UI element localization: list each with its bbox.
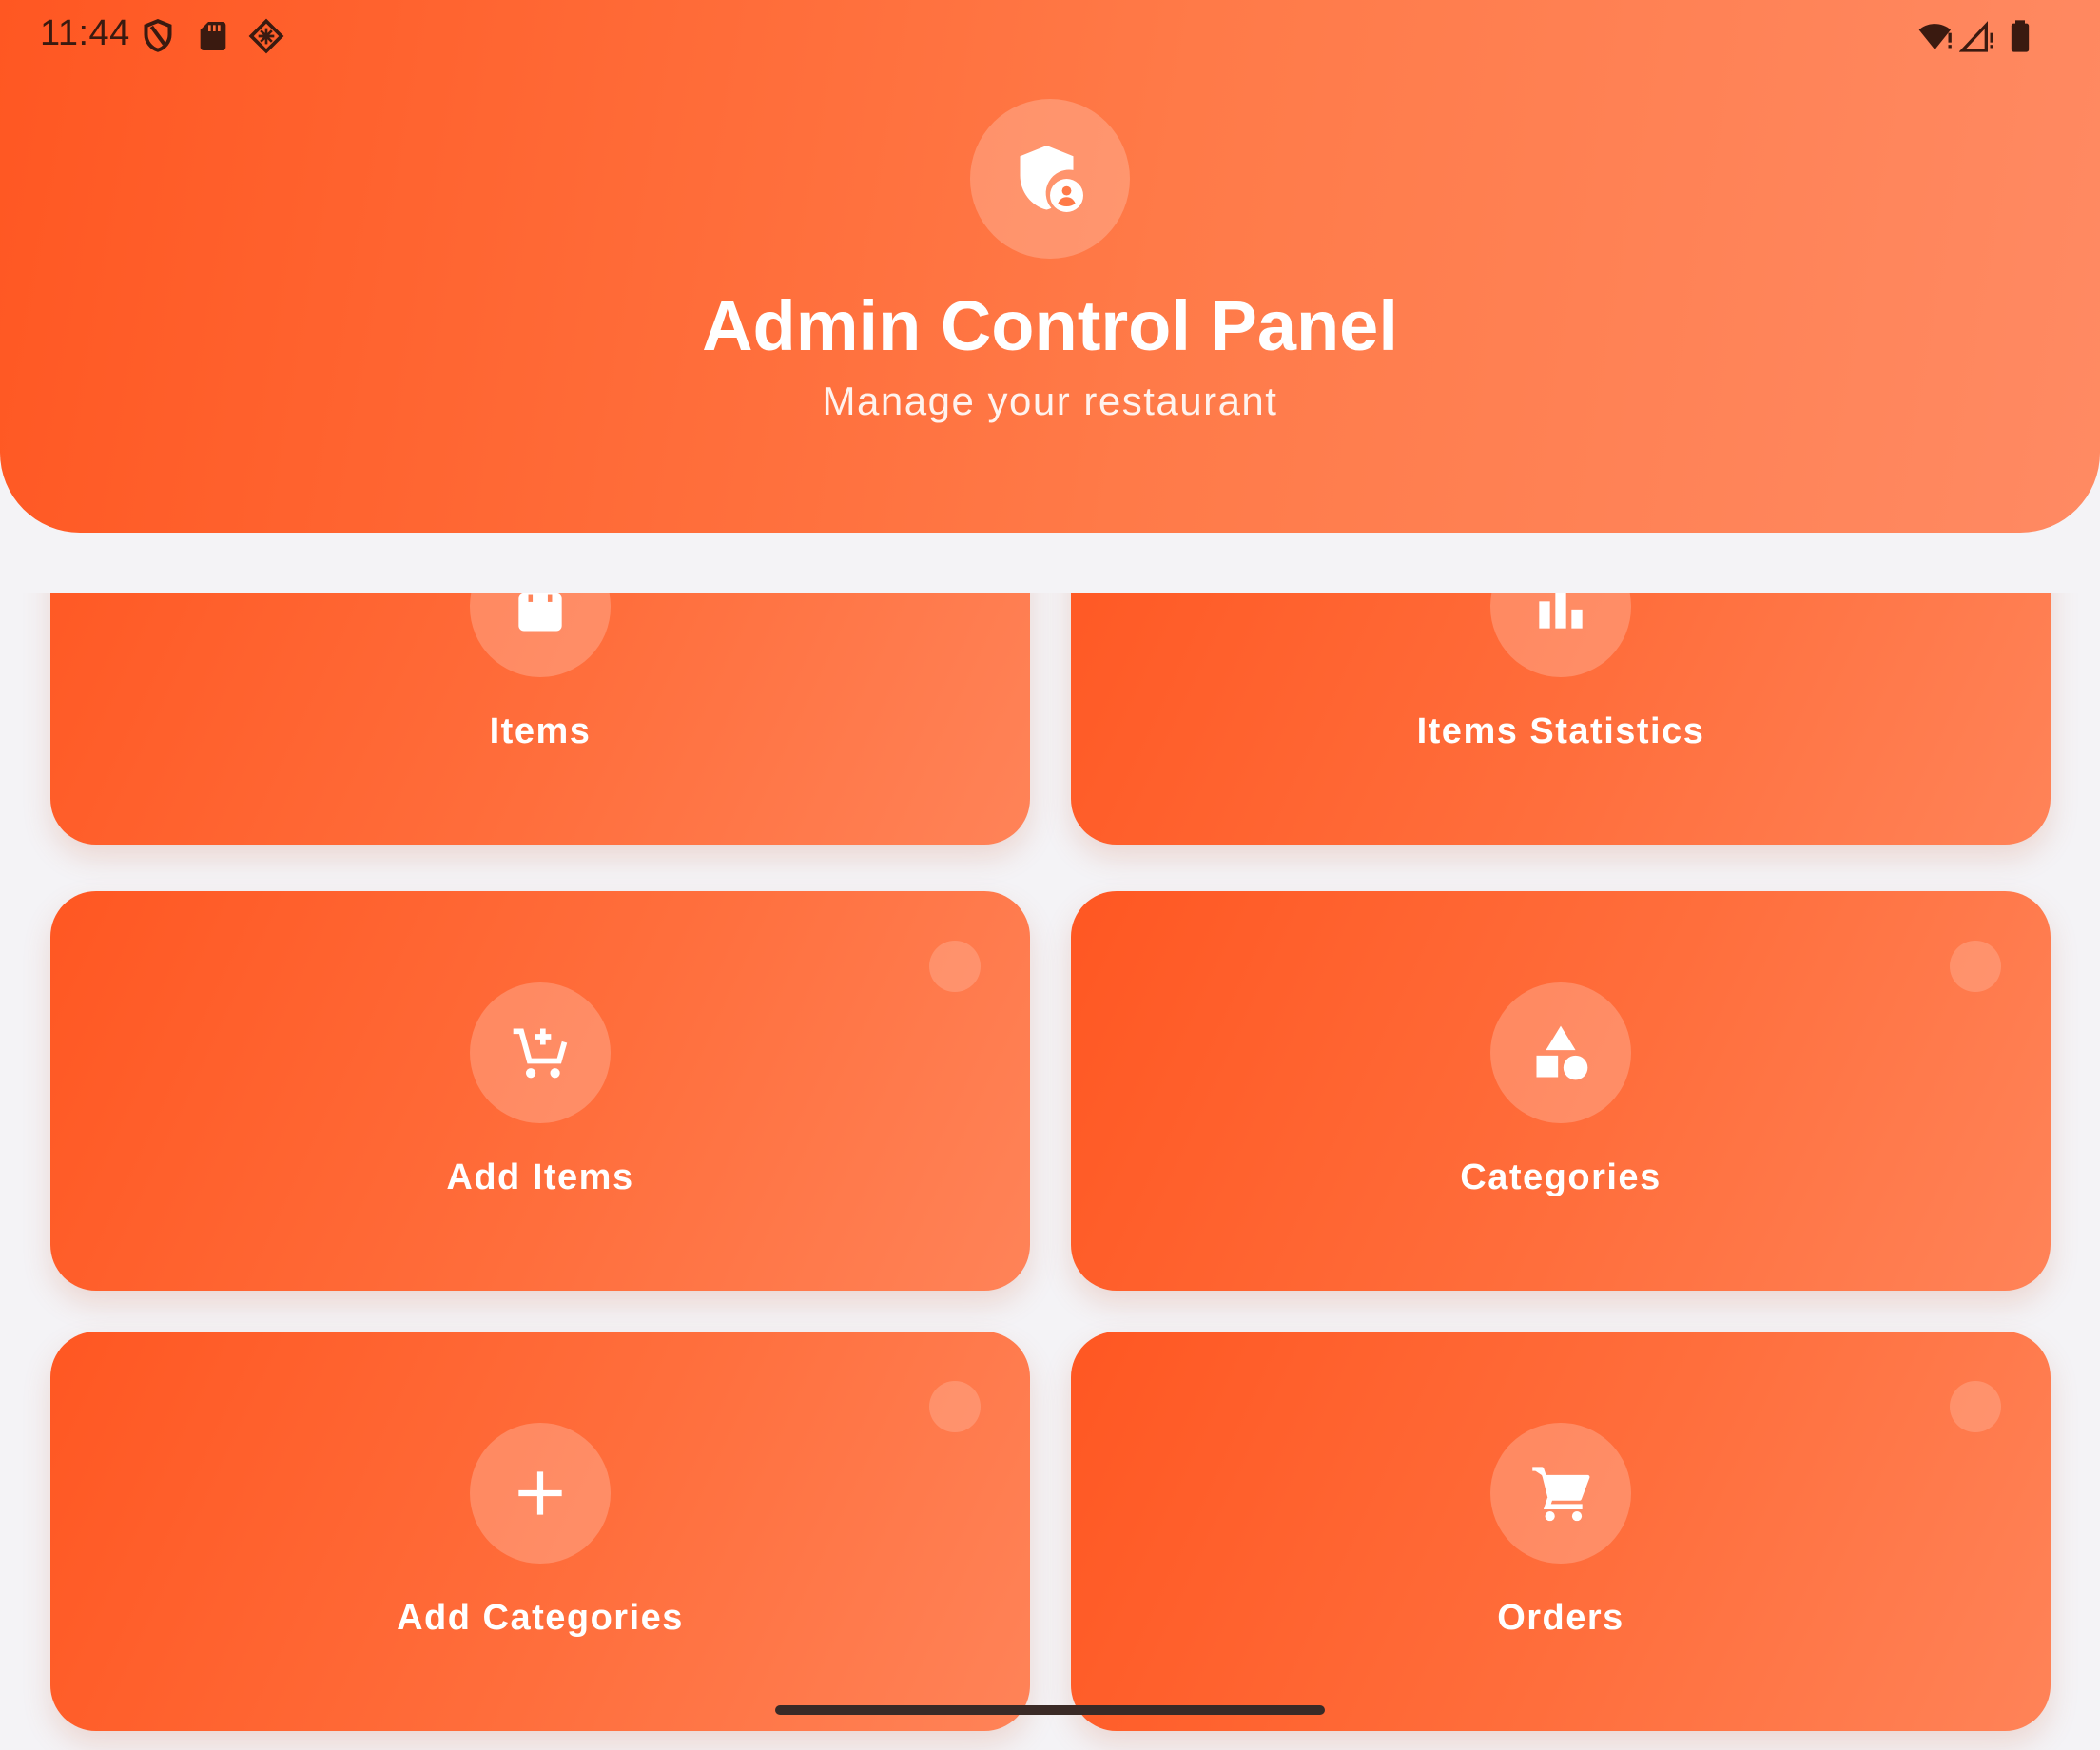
sd-card-icon [194, 17, 232, 55]
menu-grid: Items Items Statistics Add Items Categor… [0, 593, 2100, 1750]
menu-card-label: Items Statistics [1416, 711, 1705, 751]
shopping-cart-icon [1532, 1467, 1590, 1522]
signal-alert-icon [1959, 17, 1997, 55]
icon-circle [470, 593, 611, 677]
menu-card-add-categories[interactable]: Add Categories [50, 1332, 1030, 1731]
admin-dashboard-screen: Admin Control Panel Manage your restaura… [0, 0, 2100, 1750]
home-indicator[interactable] [775, 1705, 1325, 1715]
battery-icon [2001, 17, 2039, 55]
status-time: 11:44 [40, 13, 130, 53]
menu-card-orders[interactable]: Orders [1071, 1332, 2051, 1731]
menu-card-categories[interactable]: Categories [1071, 891, 2051, 1291]
menu-card-label: Categories [1460, 1157, 1662, 1197]
icon-circle [1490, 982, 1631, 1123]
page-subtitle: Manage your restaurant [822, 379, 1278, 423]
vpn-shield-icon [139, 17, 177, 55]
menu-card-items-statistics[interactable]: Items Statistics [1071, 593, 2051, 845]
shapes-icon [1536, 1025, 1588, 1080]
menu-card-label: Add Categories [397, 1598, 684, 1638]
icon-circle [470, 1423, 611, 1564]
menu-card-add-items[interactable]: Add Items [50, 891, 1030, 1291]
icon-circle [1490, 1423, 1631, 1564]
wifi-alert-icon [1917, 17, 1955, 55]
add-to-cart-icon [513, 1028, 568, 1079]
bar-chart-icon [1539, 593, 1583, 629]
header-banner: Admin Control Panel Manage your restaura… [0, 0, 2100, 533]
decorative-dot [1950, 941, 2001, 992]
menu-card-items[interactable]: Items [50, 593, 1030, 845]
decorative-dot [929, 1381, 981, 1432]
admin-avatar [970, 99, 1130, 259]
admin-shield-icon [1020, 146, 1083, 212]
status-bar: 11:44 [0, 0, 2100, 72]
icon-circle [470, 982, 611, 1123]
plus-icon [518, 1471, 562, 1515]
debug-icon [247, 17, 285, 55]
decorative-dot [929, 941, 981, 992]
shopping-bag-icon [518, 593, 562, 632]
icon-circle [1490, 593, 1631, 677]
decorative-dot [1950, 1381, 2001, 1432]
menu-card-label: Items [489, 711, 592, 751]
menu-card-label: Add Items [446, 1157, 634, 1197]
page-title: Admin Control Panel [702, 286, 1398, 365]
menu-card-label: Orders [1497, 1598, 1624, 1638]
